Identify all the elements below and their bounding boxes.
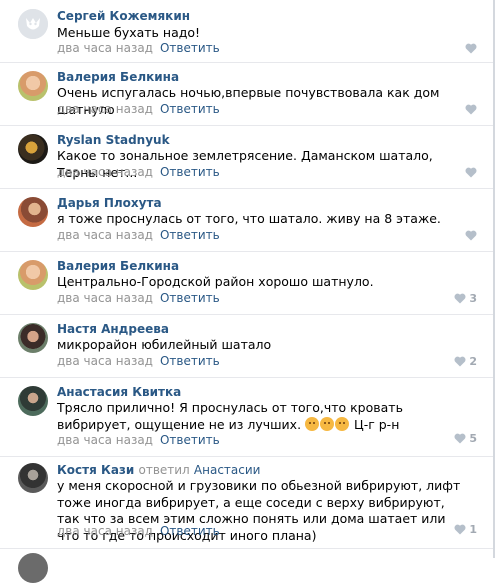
avatar[interactable]: [18, 9, 48, 39]
reply-to-name[interactable]: Анастасии: [194, 463, 261, 477]
reply-button[interactable]: Ответить: [160, 524, 220, 538]
comment-text: я тоже проснулась от того, что шатало. ж…: [57, 211, 441, 226]
heart-icon: [454, 433, 466, 444]
avatar[interactable]: [18, 134, 48, 164]
heart-icon: [465, 230, 477, 241]
comment-author[interactable]: Настя Андреева: [57, 322, 169, 336]
comment-meta: два часа назад Ответить: [57, 165, 220, 179]
like-count: 2: [469, 355, 477, 368]
reply-to-label: ответил: [138, 463, 190, 477]
comment-author[interactable]: Анастасия Квитка: [57, 385, 181, 399]
comment-text: Трясло прилично! Я проснулась от того,чт…: [57, 400, 463, 433]
comment-text: Центрально-Городской район хорошо шатнул…: [57, 274, 374, 289]
comment-time[interactable]: два часа назад: [57, 524, 153, 538]
comment-meta: два часа назад Ответить: [57, 102, 220, 116]
avatar[interactable]: [18, 197, 48, 227]
comment-meta: два часа назад Ответить: [57, 228, 220, 242]
avatar[interactable]: [18, 463, 48, 493]
comment-author: Костя Кази ответил Анастасии: [57, 463, 260, 477]
avatar[interactable]: [18, 71, 48, 101]
comment-text: Меньше бухать надо!: [57, 25, 201, 40]
comment-item: Анастасия Квитка Трясло прилично! Я прос…: [0, 377, 493, 457]
comment-item: Ryslan Stadnyuk Какое то зональное земле…: [0, 125, 493, 189]
comment-time[interactable]: два часа назад: [57, 291, 153, 305]
heart-icon: [454, 356, 466, 367]
comment-item: Настя Андреева микрорайон юбилейный шата…: [0, 314, 493, 378]
comment-time[interactable]: два часа назад: [57, 354, 153, 368]
comment-time[interactable]: два часа назад: [57, 228, 153, 242]
comment-meta: два часа назад Ответить: [57, 354, 220, 368]
comment-item: Дарья Плохута я тоже проснулась от того,…: [0, 188, 493, 252]
comment-item: Валерия Белкина Центрально-Городской рай…: [0, 251, 493, 315]
like-button[interactable]: [465, 43, 477, 54]
like-button[interactable]: 1: [454, 523, 477, 536]
comment-text-tail: Ц-г р-н: [350, 416, 400, 432]
comment-author[interactable]: Ryslan Stadnyuk: [57, 133, 170, 147]
like-button[interactable]: [465, 167, 477, 178]
comment-time[interactable]: два часа назад: [57, 102, 153, 116]
like-count: 5: [469, 432, 477, 445]
vk-default-avatar-icon: [18, 9, 48, 39]
comment-time[interactable]: два часа назад: [57, 433, 153, 447]
worried-face-emoji-icon: [320, 416, 335, 431]
comment-meta: два часа назад Ответить: [57, 524, 220, 538]
comment-time[interactable]: два часа назад: [57, 41, 153, 55]
heart-icon: [454, 524, 466, 535]
reply-button[interactable]: Ответить: [160, 433, 220, 447]
avatar[interactable]: [18, 323, 48, 353]
heart-icon: [454, 293, 466, 304]
comment-author[interactable]: Дарья Плохута: [57, 196, 162, 210]
reply-button[interactable]: Ответить: [160, 102, 220, 116]
comment-meta: два часа назад Ответить: [57, 433, 220, 447]
comment-author-name[interactable]: Костя Кази: [57, 463, 134, 477]
worried-face-emoji-icon: [305, 416, 320, 431]
comment-meta: два часа назад Ответить: [57, 41, 220, 55]
reply-button[interactable]: Ответить: [160, 354, 220, 368]
comment-author[interactable]: Валерия Белкина: [57, 259, 179, 273]
comment-item: Сергей Кожемякин Меньше бухать надо! два…: [0, 0, 493, 63]
comment-author[interactable]: Валерия Белкина: [57, 70, 179, 84]
comment-item: Костя Кази ответил Анастасии у меня скор…: [0, 456, 493, 549]
like-button[interactable]: 3: [454, 292, 477, 305]
comment-time[interactable]: два часа назад: [57, 165, 153, 179]
comment-meta: два часа назад Ответить: [57, 291, 220, 305]
like-count: 3: [469, 292, 477, 305]
reply-button[interactable]: Ответить: [160, 228, 220, 242]
like-count: 1: [469, 523, 477, 536]
comment-item: Валерия Белкина Очень испугалась ночью,в…: [0, 62, 493, 126]
worried-face-emoji-icon: [335, 416, 350, 431]
heart-icon: [465, 43, 477, 54]
avatar[interactable]: [18, 260, 48, 290]
reply-button[interactable]: Ответить: [160, 41, 220, 55]
comment-author[interactable]: Сергей Кожемякин: [57, 9, 190, 23]
heart-icon: [465, 167, 477, 178]
comment-text: микрорайон юбилейный шатало: [57, 337, 272, 352]
reply-button[interactable]: Ответить: [160, 165, 220, 179]
like-button[interactable]: 2: [454, 355, 477, 368]
like-button[interactable]: [465, 104, 477, 115]
avatar[interactable]: [18, 386, 48, 416]
like-button[interactable]: 5: [454, 432, 477, 445]
like-button[interactable]: [465, 230, 477, 241]
reply-button[interactable]: Ответить: [160, 291, 220, 305]
heart-icon: [465, 104, 477, 115]
